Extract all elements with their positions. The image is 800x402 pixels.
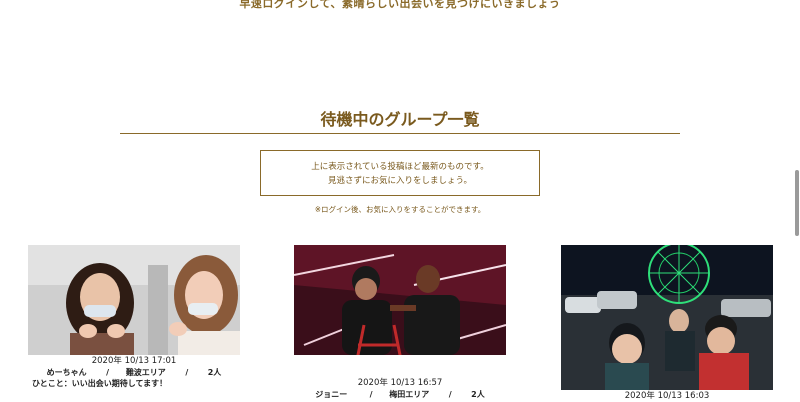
post-datetime: 2020年 10/13 16:03	[624, 391, 710, 401]
group-photo[interactable]	[561, 245, 773, 390]
group-photo[interactable]	[294, 245, 506, 355]
photo-two-women-image	[28, 245, 240, 355]
separator: /	[185, 368, 189, 377]
post-info-row: ジョニー / 梅田エリア / 2人	[294, 389, 506, 400]
post-comment: ひとこと：いい出会い期待してます！	[32, 379, 168, 388]
photo-group-ferris-wheel-image	[561, 245, 773, 390]
group-card[interactable]: 2020年 10/13 17:01 めーちゃん / 難波エリア / 2人 ひとこ…	[28, 245, 240, 389]
group-size: 2人	[471, 390, 485, 399]
area-label: 梅田エリア	[389, 390, 430, 399]
group-card[interactable]: 2020年 10/13 16:03	[561, 245, 773, 402]
notice-line-2: 見逃さずにお気に入りをしましょう。	[328, 176, 472, 186]
notice-box: 上に表示されている投稿ほど最新のものです。 見逃さずにお気に入りをしましょう。	[260, 150, 540, 196]
login-favorite-note: ※ログイン後、お気に入りをすることができます。	[314, 205, 486, 214]
page-scrollbar[interactable]	[795, 170, 799, 236]
title-divider	[120, 133, 680, 134]
post-info-row: めーちゃん / 難波エリア / 2人	[28, 367, 240, 378]
post-datetime: 2020年 10/13 16:57	[357, 378, 443, 388]
login-prompt-banner: 早速ログインして、素晴らしい出会いを見つけにいきましょう	[239, 0, 561, 10]
separator: /	[448, 390, 452, 399]
poster-name: ジョニー	[315, 390, 348, 399]
notice-line-1: 上に表示されている投稿ほど最新のものです。	[311, 162, 489, 172]
separator: /	[106, 368, 110, 377]
area-label: 難波エリア	[125, 368, 166, 377]
group-size: 2人	[207, 368, 222, 377]
group-photo[interactable]	[28, 245, 240, 355]
separator: /	[369, 390, 373, 399]
photo-two-men-image	[294, 245, 506, 355]
poster-name: めーちゃん	[46, 368, 87, 377]
group-card[interactable]: 2020年 10/13 16:57 ジョニー / 梅田エリア / 2人	[294, 245, 506, 400]
section-title: 待機中のグループ一覧	[320, 110, 480, 129]
post-datetime: 2020年 10/13 17:01	[91, 356, 177, 366]
